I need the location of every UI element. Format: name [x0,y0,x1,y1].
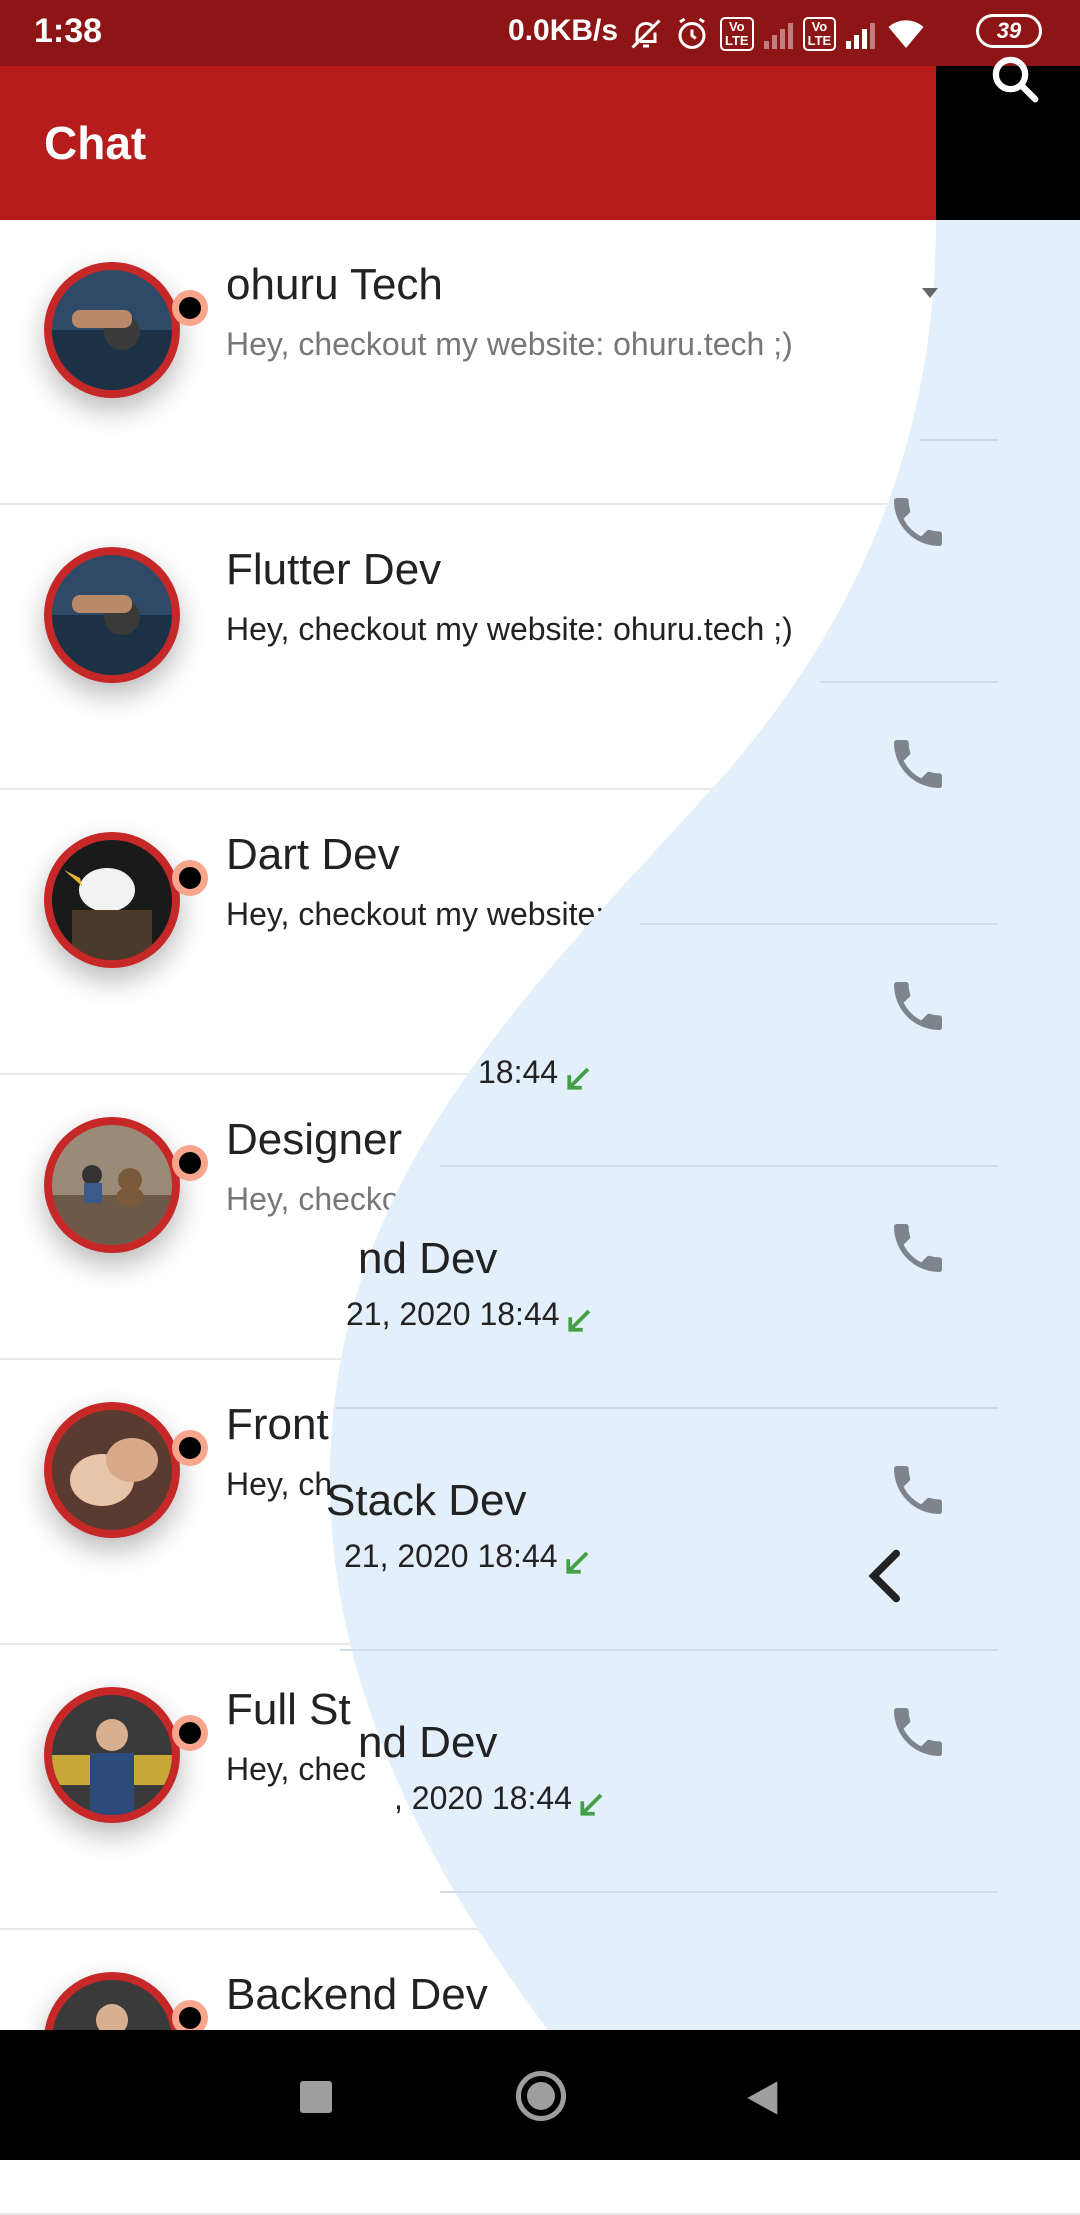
outgoing-call-icon [566,1067,589,1090]
phone-icon[interactable] [886,1700,950,1764]
outgoing-call-icon [566,1551,589,1574]
call-divider [336,1407,998,1409]
wifi-icon [888,20,924,48]
volte-badge: Vo LTE [720,17,754,51]
signal-1-icon [763,19,793,49]
recents-button[interactable] [300,2081,332,2113]
battery-icon: 39 [976,14,1042,48]
call-name: nd Dev [358,1234,498,1283]
alarm-icon [678,17,706,49]
phone-icon[interactable] [886,1458,950,1522]
app-bar: Chat [0,66,1080,220]
call-time: 18:44 [478,1054,559,1090]
chevron-down-icon[interactable] [918,280,942,304]
call-entry[interactable]: 21, 2020 18:44 [346,1296,594,1336]
call-name: nd Dev [358,1718,498,1767]
call-time: 21, 2020 18:44 [344,1538,558,1574]
outgoing-call-icon [580,1793,603,1816]
signal-2-icon [846,19,876,49]
call-time: , 2020 18:44 [394,1780,572,1816]
phone-icon[interactable] [886,1216,950,1280]
status-time: 1:38 [34,12,103,50]
call-name: Stack Dev [326,1476,527,1525]
call-divider [340,1649,998,1651]
phone-icon[interactable] [886,732,950,796]
phone-icon[interactable] [886,490,950,554]
mute-bell-icon [631,19,661,49]
search-icon[interactable] [988,52,1042,106]
call-time: 21, 2020 18:44 [346,1296,560,1332]
volte-badge-2: Vo LTE [802,17,837,51]
call-divider [920,439,998,441]
status-bar: 1:38 0.0KB/s Vo LTE Vo LTE 39 [0,0,1080,66]
home-button[interactable] [516,2071,566,2121]
outgoing-call-icon [568,1309,591,1332]
call-entry[interactable]: 21, 2020 18:44 [344,1538,592,1578]
call-entry[interactable]: , 2020 18:44 [394,1780,606,1820]
back-button[interactable] [744,2078,784,2118]
phone-icon[interactable] [886,974,950,1038]
status-icons: Vo LTE Vo LTE [628,12,927,56]
call-entry[interactable]: 18:44 [478,1054,593,1094]
page-title: Chat [44,117,147,169]
call-divider [640,923,998,925]
call-divider [820,681,998,683]
call-divider [440,1165,998,1167]
chevron-left-icon[interactable] [862,1546,908,1606]
network-speed: 0.0KB/s [508,14,619,47]
call-divider [440,1891,998,1893]
